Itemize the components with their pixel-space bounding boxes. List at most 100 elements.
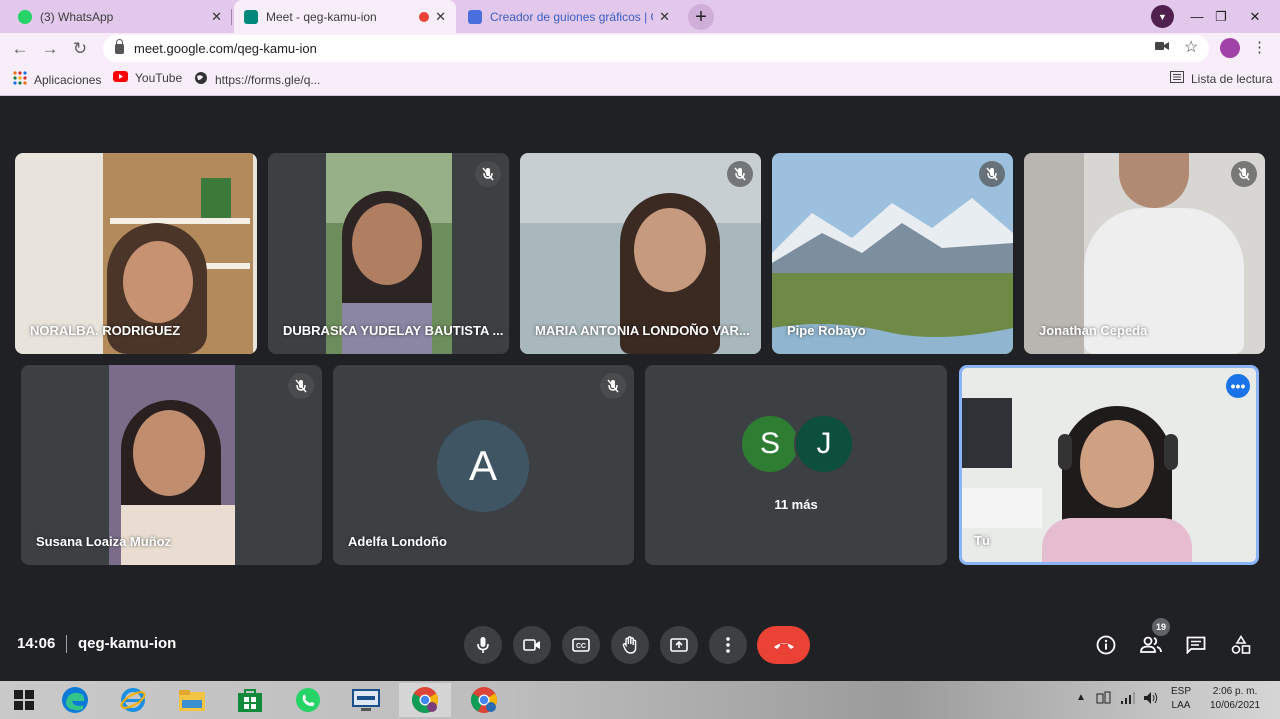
more-options-button[interactable] [709,626,747,664]
close-tab-icon[interactable]: ✕ [435,9,446,25]
raise-hand-icon [622,636,637,654]
show-hidden-icons-icon[interactable]: ▲ [1076,691,1086,705]
participant-tile[interactable]: Pipe Robayo [772,153,1013,354]
raise-hand-button[interactable] [611,626,649,664]
camera-button[interactable] [513,626,551,664]
more-options-icon [726,637,730,653]
bookmark-label: YouTube [135,71,183,85]
tab-storyboard[interactable]: Creador de guiones gráficos | Cre ✕ [458,0,680,33]
storyboard-icon [468,9,482,24]
ie-taskbar-icon[interactable] [108,683,158,717]
globe-icon [194,71,208,88]
camera-in-use-icon[interactable] [1155,39,1169,55]
chrome-profile-taskbar-icon[interactable] [458,683,510,717]
participant-name: Adelfa Londoño [348,534,447,549]
network-signal-icon[interactable] [1120,691,1136,710]
participant-tile[interactable]: DUBRASKA YUDELAY BAUTISTA ... [268,153,509,354]
participant-tile[interactable]: MARIA ANTONIA LONDOÑO VAR... [520,153,761,354]
reading-list-icon [1170,71,1184,86]
device-icon[interactable] [1096,691,1112,710]
mic-off-icon [727,161,753,187]
more-participants-tile[interactable]: S J 11 más [645,365,947,565]
reload-icon[interactable]: ↻ [68,37,92,61]
edge-taskbar-icon[interactable] [50,683,100,717]
mic-off-icon [288,373,314,399]
participant-tile[interactable]: A Adelfa Londoño [333,365,634,565]
windows-logo-icon [14,690,34,710]
participant-name: Jonathan Cepeda [1039,323,1148,338]
present-button[interactable] [660,626,698,664]
menu-kebab-icon[interactable]: ⋮ [1252,38,1267,56]
avatar: A [437,420,529,512]
person-face [123,241,193,323]
divider [66,635,67,653]
bookmark-youtube[interactable]: YouTube [113,71,182,85]
people-button[interactable] [1139,633,1163,657]
tab-whatsapp[interactable]: (3) WhatsApp ✕ [8,0,232,33]
profile-avatar[interactable] [1220,38,1240,58]
youtube-icon [113,71,128,85]
tab-meet[interactable]: Meet - qeg-kamu-ion ✕ [234,0,456,33]
lenovo-taskbar-icon[interactable] [341,683,391,717]
tab-search-icon[interactable]: ▼ [1151,5,1174,28]
back-icon[interactable]: ← [8,37,32,61]
mic-off-icon [475,161,501,187]
meet-icon [244,9,258,24]
reading-list[interactable]: Lista de lectura [1170,71,1272,86]
person-shirt [1042,518,1192,562]
participant-tile[interactable]: Jonathan Cepeda [1024,153,1265,354]
address-bar[interactable]: meet.google.com/qeg-kamu-ion [103,35,1209,62]
lock-icon [115,38,124,54]
plant [201,178,231,218]
forward-icon[interactable]: → [38,37,62,61]
volume-icon[interactable] [1143,691,1159,710]
meeting-details-button[interactable] [1094,633,1118,657]
whatsapp-icon [18,9,32,24]
participant-name: Susana Loaiza Muñoz [36,534,172,549]
tab-title: Meet - qeg-kamu-ion [266,9,377,24]
activities-button[interactable] [1229,633,1253,657]
file-explorer-taskbar-icon[interactable] [167,683,217,717]
participant-tile[interactable]: Susana Loaiza Muñoz [21,365,322,565]
chrome-icon [470,687,498,713]
hang-up-icon [773,643,794,649]
info-icon [1096,635,1116,655]
participant-name: Tú [974,533,990,548]
new-tab-button[interactable]: + [688,4,714,30]
close-window-button[interactable]: ✕ [1230,0,1280,33]
avatar: J [794,414,854,474]
hang-up-button[interactable] [757,626,810,664]
captions-icon: CC [572,638,590,652]
bookmark-star-icon[interactable]: ☆ [1184,37,1198,57]
bookmark-apps[interactable]: Aplicaciones [13,71,101,88]
headphones [1058,434,1072,470]
participant-name: Pipe Robayo [787,323,866,338]
clock[interactable]: 2:06 p. m. 10/06/2021 [1203,685,1267,713]
self-view-tile[interactable]: ••• Tú [959,365,1259,565]
chat-button[interactable] [1184,633,1208,657]
clock-date: 10/06/2021 [1209,700,1261,711]
meet-control-bar: 14:06 qeg-kamu-ion CC 19 [0,608,1280,681]
meeting-code: qeg-kamu-ion [78,635,177,652]
bookmark-forms[interactable]: https://forms.gle/q... [194,71,320,88]
language-code: ESP [1170,686,1191,697]
edge-icon [62,687,88,713]
store-taskbar-icon[interactable] [225,683,275,717]
internet-explorer-icon [120,688,146,712]
start-button[interactable] [0,683,48,717]
person-face [1119,153,1189,208]
participant-tile[interactable]: NORALBA. RODRIGUEZ [15,153,257,354]
chrome-taskbar-icon[interactable] [399,683,451,717]
windows-taskbar: ▲ ESP LAA 2:06 p. m. 10/06/2021 [0,681,1280,719]
activities-icon [1231,635,1251,654]
close-tab-icon[interactable]: ✕ [659,9,670,25]
more-options-button[interactable]: ••• [1226,374,1250,398]
close-tab-icon[interactable]: ✕ [211,9,222,25]
microphone-button[interactable] [464,626,502,664]
whatsapp-taskbar-icon[interactable] [283,683,333,717]
captions-button[interactable]: CC [562,626,600,664]
bookmark-label: https://forms.gle/q... [215,72,321,87]
participant-count-badge: 19 [1152,618,1170,636]
input-language[interactable]: ESP LAA [1167,685,1195,713]
person-face [133,410,205,496]
